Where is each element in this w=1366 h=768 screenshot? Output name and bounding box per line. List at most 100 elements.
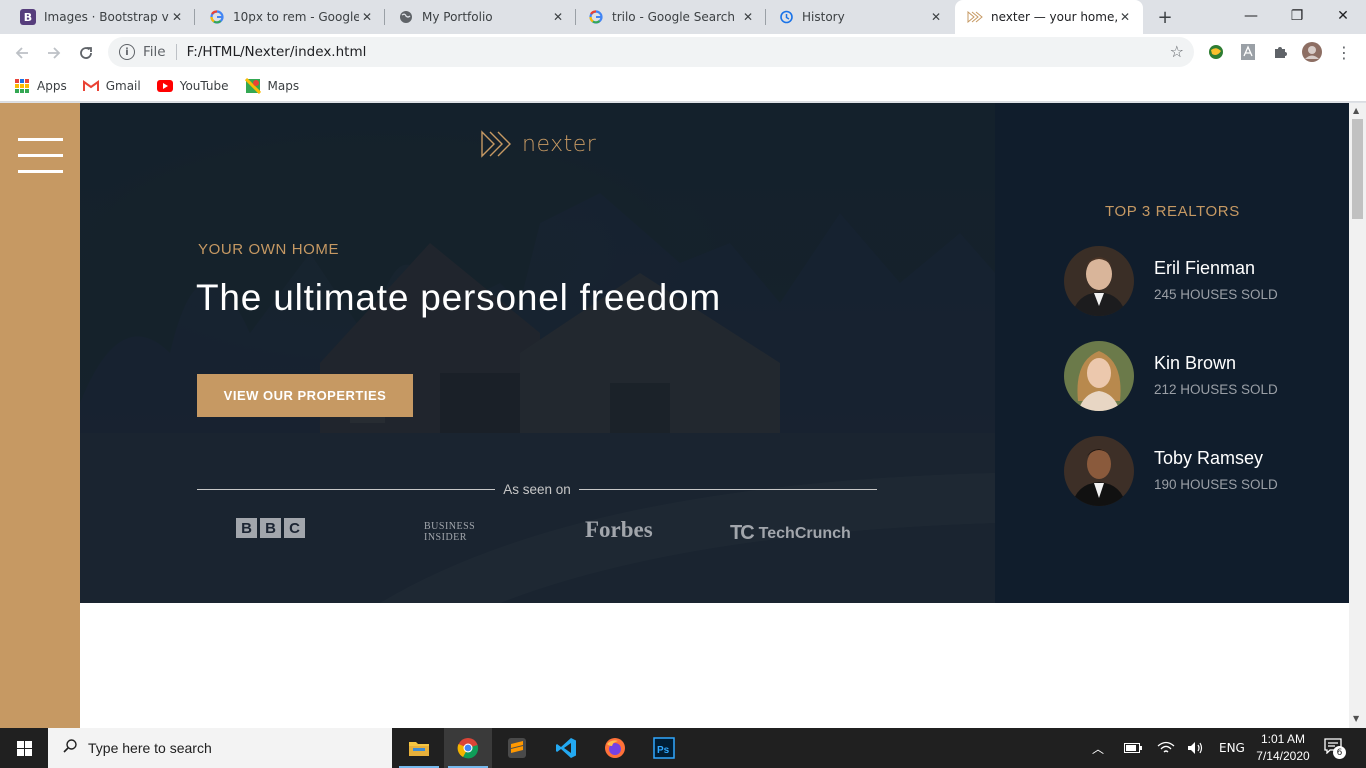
tab-strip: B Images · Bootstrap v4.5 ✕ 10px to rem … — [0, 0, 1366, 34]
tab-history[interactable]: History ✕ — [766, 0, 954, 34]
close-tab-icon[interactable]: ✕ — [1117, 9, 1133, 25]
url-text[interactable]: F:/HTML/Nexter/index.html — [187, 44, 367, 60]
realtor-card[interactable]: Eril Fienman 245 HOUSES SOLD — [1064, 246, 1344, 318]
tab-my-portfolio[interactable]: My Portfolio ✕ — [386, 0, 576, 34]
nexter-logo[interactable]: nexter — [480, 130, 596, 158]
globe-icon — [398, 9, 414, 25]
realtors-section: TOP 3 REALTORS Eril Fienman 245 HOUSES S… — [995, 103, 1349, 603]
close-window-button[interactable]: ✕ — [1320, 0, 1366, 32]
bbc-letter: B — [236, 518, 257, 538]
maximize-button[interactable]: ❐ — [1274, 0, 1320, 32]
techcrunch-mark: TC — [730, 522, 755, 544]
clock-date: 7/14/2020 — [1256, 749, 1310, 763]
page-scrollbar[interactable]: ▲ ▼ — [1349, 103, 1366, 728]
business-insider-line: INSIDER — [424, 532, 467, 543]
realtor-name: Eril Fienman — [1154, 258, 1256, 278]
realtor-avatar — [1064, 246, 1134, 316]
bookmark-apps[interactable]: Apps — [14, 78, 67, 94]
page-viewport: nexter YOUR OWN HOME The ultimate person… — [0, 103, 1349, 728]
taskbar-search[interactable]: Type here to search — [48, 728, 392, 768]
vscode-icon[interactable] — [542, 728, 590, 768]
bookmark-star-icon[interactable]: ☆ — [1170, 42, 1184, 61]
realtor-card[interactable]: Toby Ramsey 190 HOUSES SOLD — [1064, 436, 1344, 508]
bookmarks-bar: Apps Gmail YouTube Maps — [0, 71, 1366, 102]
hamburger-menu-icon[interactable] — [18, 138, 63, 174]
file-explorer-icon[interactable] — [395, 728, 443, 768]
bookmark-label: YouTube — [179, 79, 229, 93]
extensions-puzzle-icon[interactable] — [1270, 42, 1290, 62]
language-indicator[interactable]: ENG — [1219, 728, 1245, 768]
bbc-letter: C — [284, 518, 305, 538]
address-bar[interactable]: i File F:/HTML/Nexter/index.html ☆ — [108, 37, 1194, 67]
bookmark-youtube[interactable]: YouTube — [156, 78, 229, 94]
info-icon[interactable]: i — [119, 44, 135, 60]
view-properties-button[interactable]: VIEW OUR PROPERTIES — [197, 374, 413, 417]
start-button[interactable] — [0, 728, 48, 768]
new-tab-button[interactable]: + — [1153, 5, 1177, 29]
menu-kebab-icon[interactable]: ⋮ — [1334, 42, 1354, 62]
tab-title: My Portfolio — [422, 10, 493, 24]
battery-icon[interactable] — [1124, 728, 1142, 768]
techcrunch-wordmark: TechCrunch — [758, 524, 851, 542]
as-seen-on-label: As seen on — [503, 482, 571, 497]
tab-nexter[interactable]: nexter — your home, yo ✕ — [955, 0, 1143, 34]
notifications-button[interactable]: 6 — [1324, 728, 1346, 768]
bookmark-maps[interactable]: Maps — [244, 78, 299, 94]
minimize-button[interactable]: — — [1228, 0, 1274, 32]
tab-title: 10px to rem - Google S — [233, 10, 359, 24]
sidebar — [0, 103, 80, 728]
close-tab-icon[interactable]: ✕ — [359, 9, 375, 25]
bbc-letter: B — [260, 518, 281, 538]
close-tab-icon[interactable]: ✕ — [550, 9, 566, 25]
notification-center-icon: 6 — [1324, 738, 1346, 759]
divider-line — [197, 489, 496, 490]
url-scheme: File — [143, 44, 166, 60]
profile-avatar[interactable] — [1302, 42, 1322, 62]
sublime-text-icon[interactable] — [493, 728, 541, 768]
realtor-name: Kin Brown — [1154, 353, 1237, 373]
search-placeholder: Type here to search — [88, 740, 212, 756]
scrollbar-thumb[interactable] — [1352, 119, 1363, 219]
close-tab-icon[interactable]: ✕ — [740, 9, 756, 25]
google-icon — [588, 9, 604, 25]
show-hidden-icons-button[interactable]: ︿ — [1092, 728, 1104, 768]
realtor-card[interactable]: Kin Brown 212 HOUSES SOLD — [1064, 341, 1344, 413]
realtor-name: Toby Ramsey — [1154, 448, 1264, 468]
tab-bootstrap-images[interactable]: B Images · Bootstrap v4.5 ✕ — [8, 0, 195, 34]
hero-headline: The ultimate personel freedom — [196, 277, 722, 318]
google-icon — [209, 9, 225, 25]
clock-time: 1:01 AM — [1260, 732, 1306, 746]
scroll-down-arrow-icon[interactable]: ▼ — [1353, 714, 1359, 723]
realtor-sold: 245 HOUSES SOLD — [1154, 287, 1278, 302]
svg-text:Ps: Ps — [657, 745, 670, 756]
logo-text: nexter — [522, 131, 597, 157]
photoshop-icon[interactable]: Ps — [640, 728, 688, 768]
back-button[interactable] — [8, 39, 36, 67]
nexter-logo-icon — [481, 130, 511, 158]
scroll-up-arrow-icon[interactable]: ▲ — [1353, 106, 1359, 115]
bookmark-gmail[interactable]: Gmail — [82, 78, 141, 94]
tab-trilo-search[interactable]: trilo - Google Search ✕ — [576, 0, 766, 34]
extension-pdf-icon[interactable] — [1238, 42, 1258, 62]
chevron-up-icon: ︿ — [1092, 741, 1105, 756]
divider-line — [578, 489, 878, 490]
apps-grid-icon — [14, 78, 30, 94]
firefox-icon[interactable] — [591, 728, 639, 768]
forward-button[interactable] — [40, 39, 68, 67]
realtor-sold: 212 HOUSES SOLD — [1154, 382, 1278, 397]
wifi-icon[interactable] — [1157, 728, 1175, 768]
chrome-icon[interactable] — [444, 728, 492, 768]
close-tab-icon[interactable]: ✕ — [169, 9, 185, 25]
windows-taskbar: Type here to search Ps ︿ ENG 1:01 AM 7/1… — [0, 728, 1366, 768]
tab-px-to-rem[interactable]: 10px to rem - Google S ✕ — [197, 0, 385, 34]
business-insider-logo: BUSINESS INSIDER — [424, 521, 475, 543]
hero-subtitle: YOUR OWN HOME — [198, 241, 340, 258]
volume-icon[interactable] — [1187, 728, 1205, 768]
reload-button[interactable] — [72, 39, 100, 67]
extension-globe-icon[interactable] — [1206, 42, 1226, 62]
taskbar-clock[interactable]: 1:01 AM 7/14/2020 — [1248, 731, 1318, 765]
tab-title: Images · Bootstrap v4.5 — [44, 10, 169, 24]
close-tab-icon[interactable]: ✕ — [928, 9, 944, 25]
windows-logo-icon — [16, 740, 32, 756]
forbes-logo: Forbes — [585, 517, 653, 542]
